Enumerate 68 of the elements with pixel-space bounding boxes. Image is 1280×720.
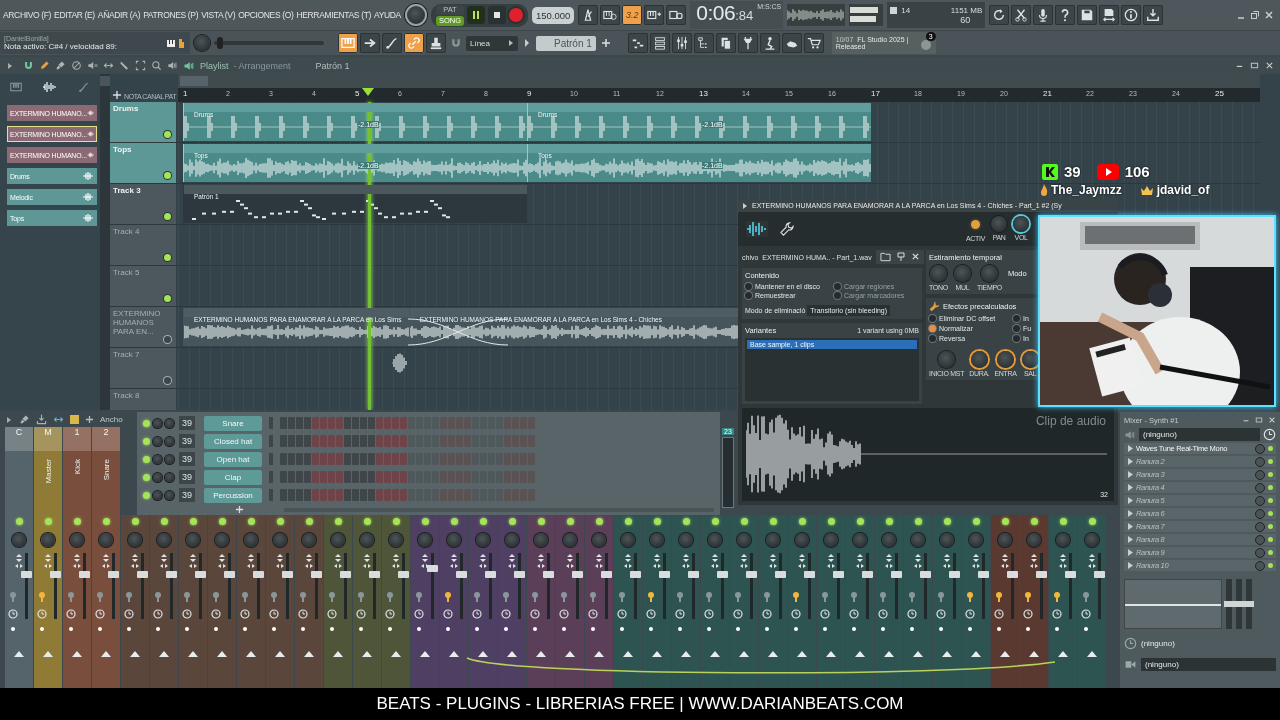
banner-text: BEATS - PLUGINS - LIBRERIAS FREE | WWW.DARIANBEATS.COM xyxy=(376,694,904,714)
strip-header[interactable]: C xyxy=(5,427,33,515)
track-name: Track 5 xyxy=(113,268,141,277)
channel-button[interactable]: Clap xyxy=(204,469,262,485)
pattern-label[interactable]: Patrón 1 xyxy=(315,60,350,71)
follower-count: 39 xyxy=(1064,163,1081,180)
menu-item[interactable]: VISTA (V) xyxy=(201,10,236,20)
menu-item[interactable]: PATRONES (P) xyxy=(143,10,199,20)
strip-number: C xyxy=(5,427,33,451)
track-name: Tops xyxy=(113,145,133,154)
track-header[interactable]: Track 3 xyxy=(110,184,176,224)
menu-item[interactable]: AYUDA xyxy=(374,10,401,20)
track-name: Drums xyxy=(113,104,140,113)
voice-count: 14 xyxy=(901,5,911,15)
track-header[interactable]: Tops xyxy=(110,143,176,183)
pattern-selector[interactable]: Patrón 1 xyxy=(536,35,596,51)
strip-header[interactable]: 2 Snare xyxy=(92,427,120,515)
memory-usage: 1151 MB xyxy=(950,5,983,15)
menu-item[interactable]: AÑADIR (A) xyxy=(97,10,141,20)
mixer-route-field[interactable]: 39 xyxy=(179,434,195,448)
input-dropdown[interactable]: (ninguno) xyxy=(1139,428,1260,441)
track-header[interactable]: EXTERMINO HUMANOS PARA EN... xyxy=(110,307,176,347)
track-header[interactable]: Drums xyxy=(110,102,176,142)
mixer-route-field[interactable]: 39 xyxy=(179,452,195,466)
track-header[interactable]: Track 8 xyxy=(110,389,176,410)
menu-item[interactable]: EDITAR (E) xyxy=(54,10,95,20)
strip-name: Master xyxy=(43,459,53,484)
countdown-button[interactable]: 3.2 xyxy=(622,5,643,25)
track-name: Track 4 xyxy=(113,227,141,236)
channel-button[interactable]: Snare xyxy=(204,415,262,431)
menu-item[interactable]: HERRAMIENTAS (T) xyxy=(296,10,371,20)
hint-text: Nota activo: C#4 / velocidad 89: xyxy=(4,42,117,51)
output-dropdown[interactable]: (ninguno) xyxy=(1141,658,1276,671)
track-header[interactable]: Track 7 xyxy=(110,348,176,388)
mixer-route-field[interactable]: 39 xyxy=(179,416,195,430)
viewer-name: jdavid_of xyxy=(1156,183,1210,197)
window-subtitle: - Arrangement xyxy=(233,60,291,71)
channel-button[interactable]: Closed hat xyxy=(204,433,262,449)
time-centiseconds: :84 xyxy=(735,8,754,23)
strip-name: Kick xyxy=(72,459,82,475)
track-name: Track 7 xyxy=(113,350,141,359)
channel-button[interactable]: Percussion xyxy=(204,487,262,503)
polyphony-count: 60 xyxy=(960,14,972,25)
strip-header[interactable]: 1 Kick xyxy=(63,427,91,515)
strip-number: 2 xyxy=(92,427,120,451)
snap-dropdown[interactable]: Línea xyxy=(466,35,518,51)
time-value: 0:06 xyxy=(696,1,736,25)
track-name: Track 8 xyxy=(113,391,141,400)
strip-name: Snare xyxy=(101,459,111,481)
mixer-route-field[interactable]: 39 xyxy=(179,470,195,484)
viewer-name: The_Jaymzz xyxy=(1051,183,1122,197)
send-dropdown[interactable]: (ninguno) xyxy=(1141,639,1175,648)
track-header[interactable]: Track 4 xyxy=(110,225,176,265)
track-header[interactable]: Track 5 xyxy=(110,266,176,306)
mixer-route-field[interactable]: 39 xyxy=(179,488,195,502)
strip-number: 1 xyxy=(63,427,91,451)
track-name: EXTERMINO HUMANOS PARA EN... xyxy=(113,309,162,336)
track-name: Track 3 xyxy=(113,186,142,195)
window-title: Playlist xyxy=(200,60,229,71)
menu-item[interactable]: ARCHIVO (F) xyxy=(3,10,52,20)
tempo-field[interactable]: 150.000 xyxy=(532,6,575,24)
strip-header[interactable]: M Master xyxy=(34,427,62,515)
strip-number: M xyxy=(34,427,62,451)
subscriber-count: 106 xyxy=(1124,163,1150,180)
channel-button[interactable]: Open hat xyxy=(204,451,262,467)
menu-item[interactable]: OPCIONES (O) xyxy=(238,10,294,20)
clip-label: Clip de audio xyxy=(1035,414,1106,428)
width-label: Ancho xyxy=(100,415,123,424)
